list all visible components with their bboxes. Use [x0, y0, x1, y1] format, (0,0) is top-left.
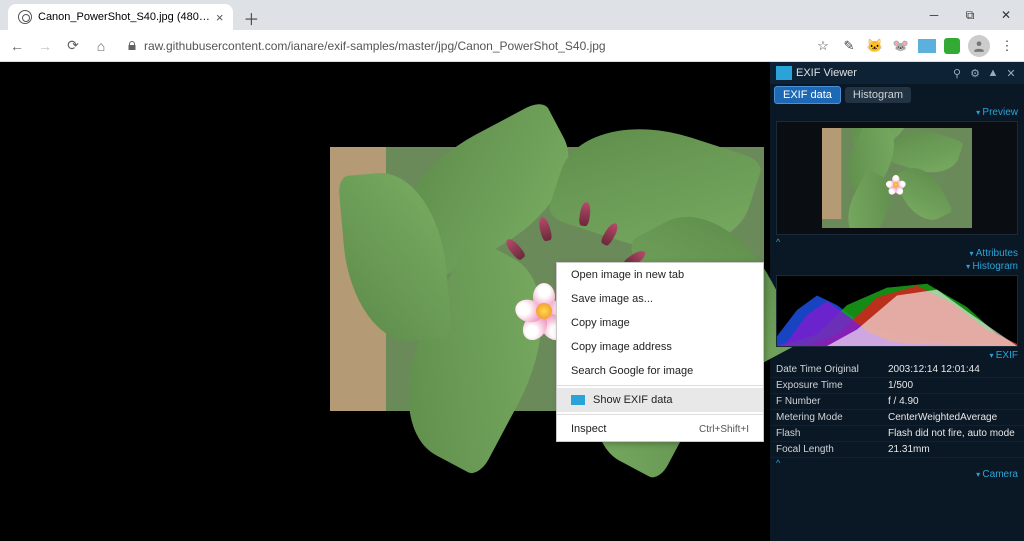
url-text: raw.githubusercontent.com/ianare/exif-sa… [144, 39, 606, 53]
exif-viewer-panel: EXIF Viewer ⚲ ⚙ ▲ ✕ EXIF data Histogram … [770, 62, 1024, 541]
extension-icon-4[interactable] [918, 39, 936, 53]
ctx-label: Copy image address [571, 341, 672, 353]
window-controls: ─ ⧉ ✕ [916, 0, 1024, 30]
ctx-inspect[interactable]: Inspect Ctrl+Shift+I [557, 417, 763, 441]
profile-avatar-icon[interactable] [968, 35, 990, 57]
panel-settings-icon[interactable]: ⚙ [968, 66, 982, 80]
exif-row: FlashFlash did not fire, auto mode [770, 426, 1024, 442]
panel-popout-icon[interactable]: ▲ [986, 66, 1000, 80]
tab-close-icon[interactable]: × [216, 10, 224, 25]
extension-icon-2[interactable]: 🐱 [866, 37, 884, 55]
toolbar: ← → ⟳ ⌂ raw.githubusercontent.com/ianare… [0, 30, 1024, 62]
histogram-chart [776, 275, 1018, 347]
window-titlebar: Canon_PowerShot_S40.jpg (480… × ＋ ─ ⧉ ✕ [0, 0, 1024, 30]
chrome-menu-icon[interactable]: ⋮ [998, 37, 1016, 55]
nav-reload-icon[interactable]: ⟳ [64, 37, 82, 55]
exif-value: CenterWeightedAverage [882, 412, 1024, 423]
nav-home-icon[interactable]: ⌂ [92, 37, 110, 55]
ctx-label: Open image in new tab [571, 269, 684, 281]
section-camera-label[interactable]: Camera [770, 468, 1024, 481]
nav-back-icon[interactable]: ← [8, 37, 26, 55]
favicon-globe-icon [18, 10, 32, 24]
panel-title: EXIF Viewer [796, 67, 857, 79]
bookmark-star-icon[interactable]: ☆ [814, 37, 832, 55]
bud [537, 216, 553, 242]
collapse-handle[interactable]: ^ [770, 458, 1024, 468]
new-tab-button[interactable]: ＋ [239, 6, 263, 30]
ctx-label: Show EXIF data [593, 394, 673, 406]
exif-key: Date Time Original [770, 364, 882, 375]
ctx-shortcut: Ctrl+Shift+I [699, 424, 749, 435]
section-histogram-label[interactable]: Histogram [770, 260, 1024, 273]
window-minimize-icon[interactable]: ─ [916, 0, 952, 30]
nav-forward-icon[interactable]: → [36, 37, 54, 55]
panel-tabs: EXIF data Histogram [770, 84, 1024, 106]
ctx-label: Inspect [571, 423, 606, 435]
section-preview-label[interactable]: Preview [770, 106, 1024, 119]
extension-icon-5[interactable] [944, 38, 960, 54]
toolbar-right: ☆ ✎ 🐱 🐭 ⋮ [814, 35, 1016, 57]
exif-key: Flash [770, 428, 882, 439]
exif-value: 21.31mm [882, 444, 1024, 455]
exif-key: F Number [770, 396, 882, 407]
ctx-show-exif-data[interactable]: Show EXIF data [557, 388, 763, 412]
ctx-label: Copy image [571, 317, 630, 329]
extension-icon-3[interactable]: 🐭 [892, 37, 910, 55]
ctx-copy-image[interactable]: Copy image [557, 311, 763, 335]
exif-value: Flash did not fire, auto mode [882, 428, 1024, 439]
exif-logo-icon [776, 66, 792, 80]
ctx-label: Search Google for image [571, 365, 693, 377]
context-menu: Open image in new tab Save image as... C… [556, 262, 764, 442]
ctx-separator [557, 414, 763, 415]
extension-icon-1[interactable]: ✎ [840, 37, 858, 55]
ctx-label: Save image as... [571, 293, 653, 305]
exif-row: F Numberf / 4.90 [770, 394, 1024, 410]
exif-key: Focal Length [770, 444, 882, 455]
panel-close-icon[interactable]: ✕ [1004, 66, 1018, 80]
lock-icon [126, 40, 138, 52]
window-maximize-icon[interactable]: ⧉ [952, 0, 988, 30]
ctx-search-google-image[interactable]: Search Google for image [557, 359, 763, 383]
panel-pin-icon[interactable]: ⚲ [950, 66, 964, 80]
ctx-separator [557, 385, 763, 386]
tab-exif-data[interactable]: EXIF data [774, 86, 841, 104]
page-viewport: Open image in new tab Save image as... C… [0, 62, 770, 541]
content-area: Open image in new tab Save image as... C… [0, 62, 1024, 541]
exif-row: Date Time Original2003:12:14 12:01:44 [770, 362, 1024, 378]
tab-histogram[interactable]: Histogram [845, 87, 911, 103]
section-attributes-label[interactable]: Attributes [770, 247, 1024, 260]
exif-table: Date Time Original2003:12:14 12:01:44 Ex… [770, 362, 1024, 458]
exif-value: 1/500 [882, 380, 1024, 391]
exif-row: Metering ModeCenterWeightedAverage [770, 410, 1024, 426]
collapse-handle[interactable]: ^ [770, 237, 1024, 247]
ctx-save-image-as[interactable]: Save image as... [557, 287, 763, 311]
exif-row: Exposure Time1/500 [770, 378, 1024, 394]
tab-label: Histogram [853, 89, 903, 101]
section-exif-label[interactable]: EXIF [770, 349, 1024, 362]
exif-row: Focal Length21.31mm [770, 442, 1024, 458]
preview-container [776, 121, 1018, 235]
ctx-open-image-new-tab[interactable]: Open image in new tab [557, 263, 763, 287]
window-close-icon[interactable]: ✕ [988, 0, 1024, 30]
ctx-copy-image-address[interactable]: Copy image address [557, 335, 763, 359]
exif-extension-icon [571, 395, 585, 405]
exif-value: 2003:12:14 12:01:44 [882, 364, 1024, 375]
tab-label: EXIF data [783, 89, 832, 101]
exif-key: Exposure Time [770, 380, 882, 391]
address-bar[interactable]: raw.githubusercontent.com/ianare/exif-sa… [120, 36, 804, 56]
exif-value: f / 4.90 [882, 396, 1024, 407]
preview-image[interactable] [822, 128, 972, 228]
tab-title: Canon_PowerShot_S40.jpg (480… [38, 11, 210, 23]
exif-key: Metering Mode [770, 412, 882, 423]
browser-tab[interactable]: Canon_PowerShot_S40.jpg (480… × [8, 4, 233, 30]
panel-header: EXIF Viewer ⚲ ⚙ ▲ ✕ [770, 62, 1024, 84]
